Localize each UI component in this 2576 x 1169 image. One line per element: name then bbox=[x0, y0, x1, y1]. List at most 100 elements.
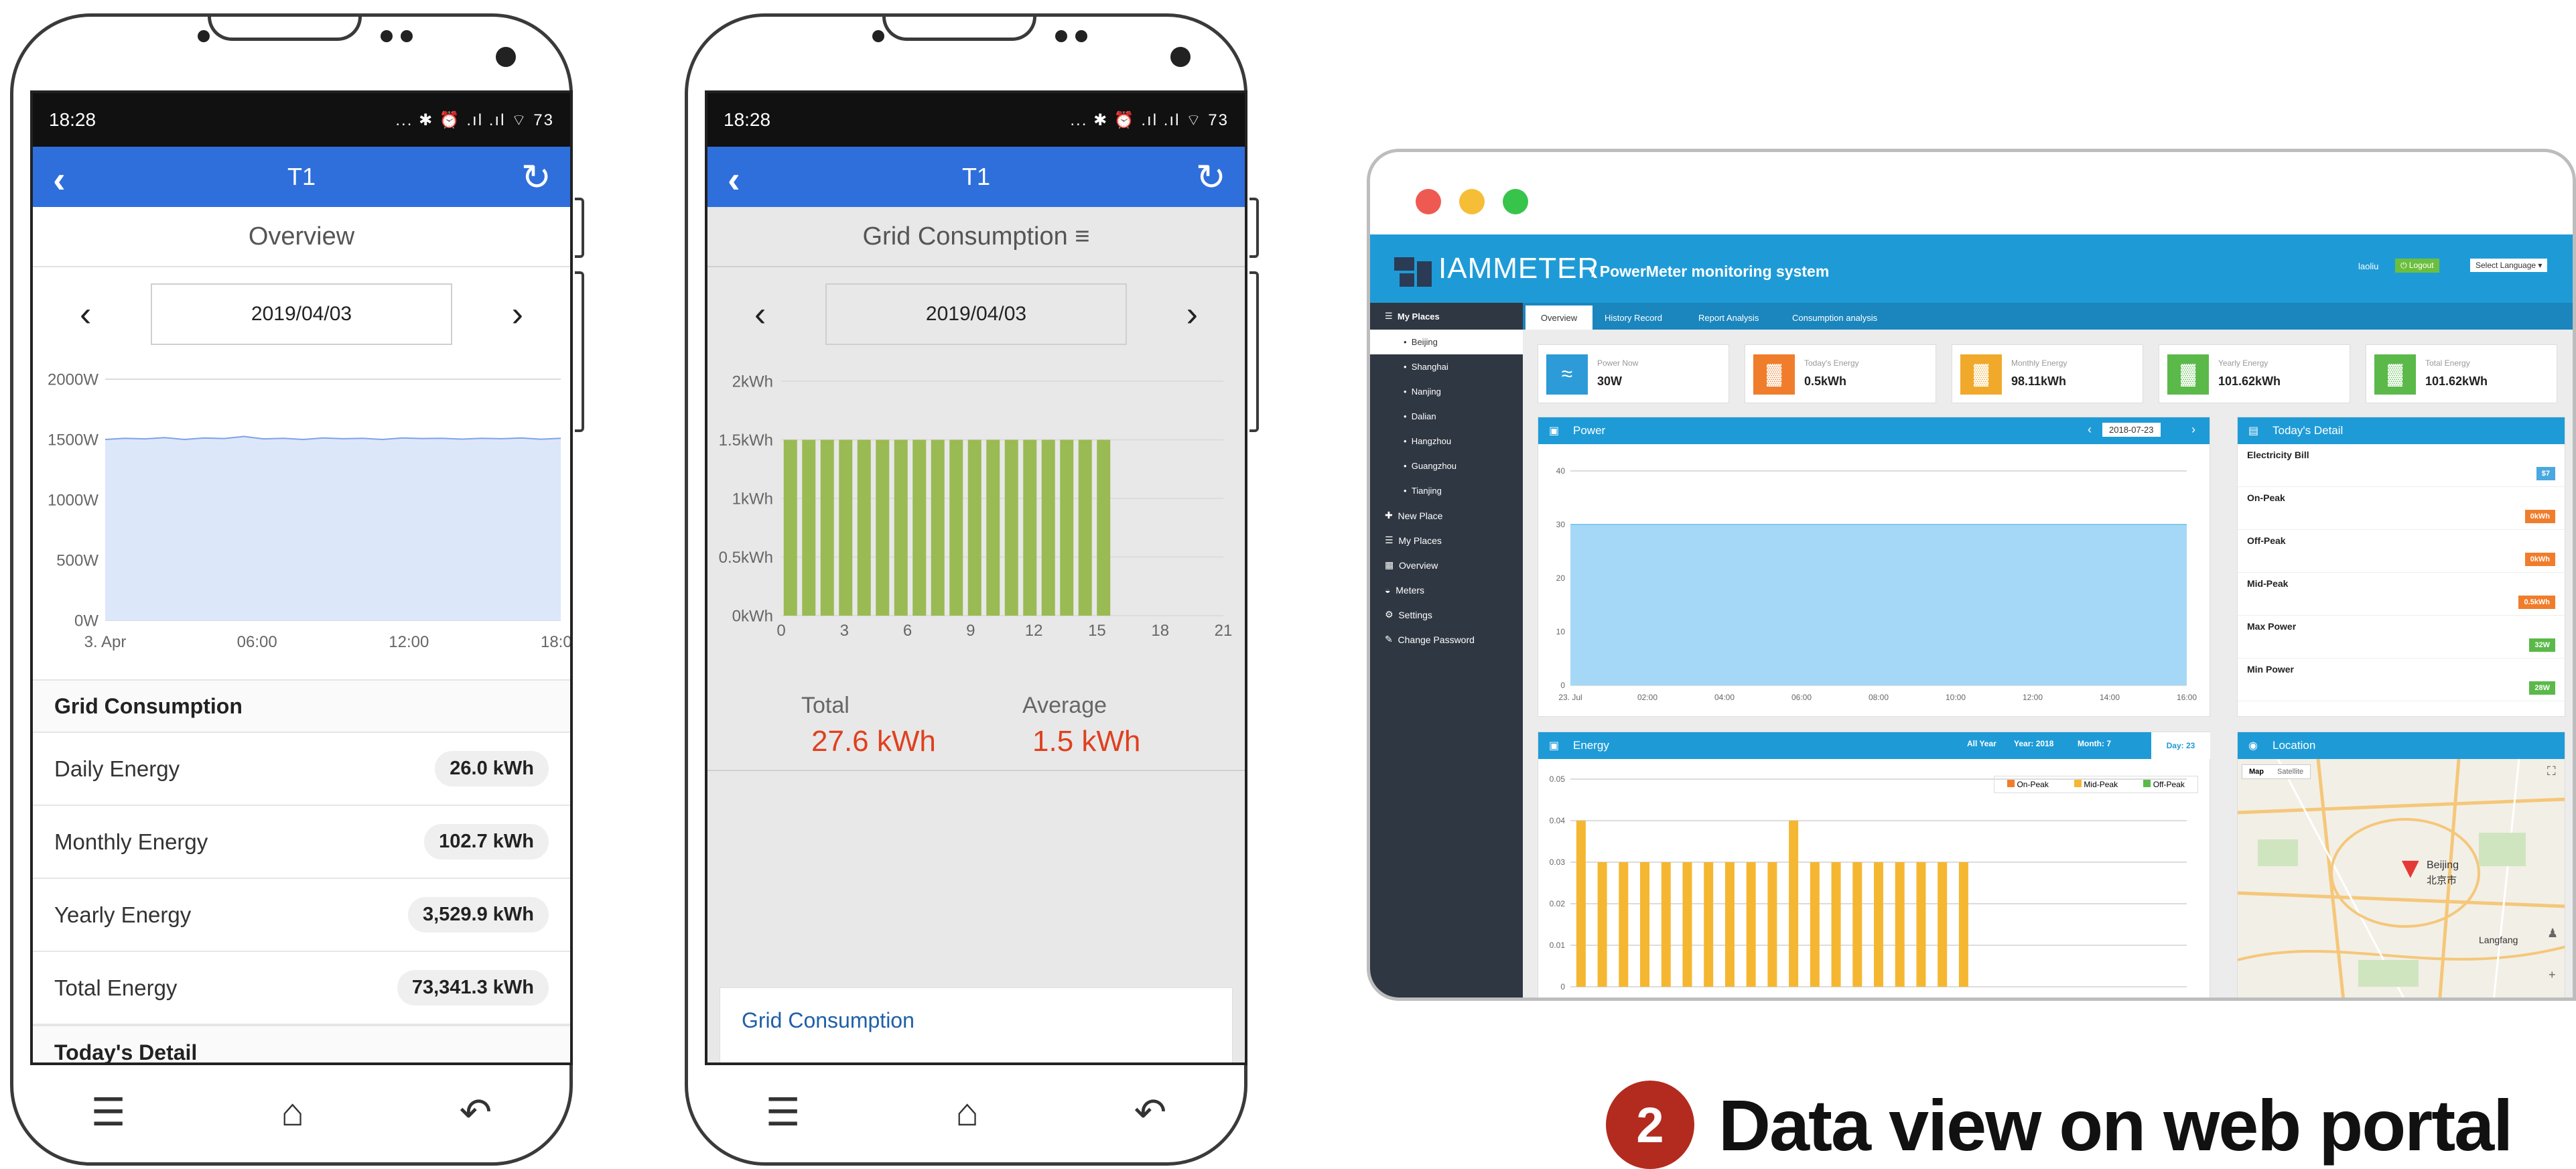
energy-row: Daily Energy 26.0 kWh bbox=[33, 733, 570, 806]
energy-row-value: 3,529.9 kWh bbox=[407, 897, 549, 933]
back-icon[interactable]: ‹ bbox=[728, 157, 740, 201]
date-selector: ‹ 2019/04/03 › bbox=[33, 267, 570, 361]
back-nav-icon[interactable]: ↶ bbox=[460, 1089, 492, 1135]
location-map[interactable]: Map Satellite ⛶ ▼ Beijing 北京市 Langfang ♟… bbox=[2238, 758, 2565, 998]
prev-date-icon[interactable]: ‹ bbox=[754, 294, 766, 334]
tab-overview[interactable]: Overview bbox=[1526, 305, 1592, 330]
energy-panel-header: ▣ Energy All Year Year: 2018 Month: 7 Da… bbox=[1538, 732, 2210, 759]
user-name: laoliu bbox=[2358, 261, 2379, 271]
meter-icon: ◒ bbox=[1385, 584, 1396, 596]
sidebar-item-new-place[interactable]: ✚ New Place bbox=[1370, 503, 1523, 528]
summary-block: Total Average 27.6 kWh 1.5 kWh bbox=[707, 679, 1245, 760]
detail-label: Electricity Bill bbox=[2247, 450, 2309, 460]
y-tick-label: 40 bbox=[1556, 466, 1566, 476]
detail-row: Max Power 32W bbox=[2238, 616, 2565, 659]
phone-side-button bbox=[575, 271, 584, 432]
power-date-field[interactable]: 2018-07-23 bbox=[2102, 423, 2161, 437]
edit-icon: ✎ bbox=[1385, 634, 1398, 644]
refresh-icon[interactable]: ↻ bbox=[1196, 156, 1226, 198]
page-title[interactable]: Grid Consumption ≡ bbox=[707, 207, 1245, 267]
tab-consumption-analysis[interactable]: Consumption analysis bbox=[1792, 305, 1877, 330]
detail-badge: 28W bbox=[2529, 681, 2555, 695]
map-marker-icon[interactable]: ▼ bbox=[2396, 851, 2425, 885]
prev-date-icon[interactable]: ‹ bbox=[80, 294, 91, 334]
street-view-icon[interactable]: ♟ bbox=[2547, 926, 2558, 941]
next-date-icon[interactable]: › bbox=[1187, 294, 1198, 334]
tab-report-analysis[interactable]: Report Analysis bbox=[1698, 305, 1759, 330]
home-icon[interactable]: ⌂ bbox=[955, 1090, 979, 1135]
back-nav-icon[interactable]: ↶ bbox=[1134, 1089, 1167, 1135]
y-tick-label: 0.5kWh bbox=[719, 549, 773, 567]
menu-icon[interactable]: ☰ bbox=[766, 1089, 801, 1135]
bar bbox=[839, 439, 853, 616]
tab-history-record[interactable]: History Record bbox=[1605, 305, 1662, 330]
back-icon[interactable]: ‹ bbox=[53, 157, 66, 201]
home-icon[interactable]: ⌂ bbox=[281, 1090, 304, 1135]
maximize-window-icon[interactable] bbox=[1503, 189, 1528, 214]
detail-badge: 32W bbox=[2529, 638, 2555, 652]
map-tab-satellite[interactable]: Satellite bbox=[2270, 765, 2310, 778]
detail-row: On-Peak 0kWh bbox=[2238, 487, 2565, 530]
bar bbox=[857, 439, 871, 616]
filter-year[interactable]: Year: 2018 bbox=[2014, 739, 2053, 748]
sidebar-place-item[interactable]: • Tianjing bbox=[1370, 478, 1523, 503]
x-tick-label: 06:00 bbox=[1791, 693, 1812, 702]
bar bbox=[1682, 862, 1692, 987]
fullscreen-icon[interactable]: ⛶ bbox=[2547, 764, 2556, 778]
x-tick-label: 3. Apr bbox=[84, 633, 127, 651]
zoom-in-icon[interactable]: + bbox=[2549, 968, 2556, 982]
next-date-icon[interactable]: › bbox=[512, 294, 523, 334]
bar bbox=[1704, 862, 1714, 987]
detail-row: Off-Peak 0kWh bbox=[2238, 530, 2565, 573]
sidebar-place-item[interactable]: • Dalian bbox=[1370, 404, 1523, 429]
detail-badge: 0.5kWh bbox=[2518, 596, 2555, 609]
x-tick-label: 14:00 bbox=[2100, 693, 2120, 702]
sidebar-item-overview[interactable]: ▦ Overview bbox=[1370, 553, 1523, 577]
sidebar-place-item[interactable]: • Beijing bbox=[1370, 330, 1523, 354]
language-select[interactable]: Select Language ▾ bbox=[2470, 259, 2548, 272]
logout-button[interactable]: ⏻ Logout bbox=[2395, 259, 2439, 273]
sidebar-item-change-password[interactable]: ✎ Change Password bbox=[1370, 627, 1523, 652]
grid-consumption-link[interactable]: Grid Consumption bbox=[742, 1008, 914, 1033]
close-window-icon[interactable] bbox=[1416, 189, 1441, 214]
prev-day-icon[interactable]: ‹ bbox=[2088, 423, 2092, 437]
sidebar-place-item[interactable]: • Guangzhou bbox=[1370, 454, 1523, 478]
grid-consumption-card[interactable]: Grid Consumption bbox=[720, 987, 1233, 1062]
filter-month[interactable]: Month: 7 bbox=[2078, 739, 2111, 748]
phone-camera bbox=[496, 47, 516, 67]
bar bbox=[1916, 862, 1926, 987]
kpi-label: Monthly Energy bbox=[2011, 358, 2067, 368]
date-field[interactable]: 2019/04/03 bbox=[825, 283, 1127, 345]
x-tick-label: 6 bbox=[903, 622, 912, 640]
sidebar-place-item[interactable]: • Hangzhou bbox=[1370, 429, 1523, 454]
x-tick-label: 12:00 bbox=[389, 633, 429, 651]
minimize-window-icon[interactable] bbox=[1459, 189, 1485, 214]
energy-row-value: 26.0 kWh bbox=[435, 751, 549, 786]
portal-main: ≈ Power Now 30W ▓ Today's Energy 0.5kWh ▓ Month… bbox=[1523, 330, 2573, 998]
map-tab-map[interactable]: Map bbox=[2242, 765, 2270, 778]
detail-label: Off-Peak bbox=[2247, 535, 2286, 546]
sidebar-item-settings[interactable]: ⚙ Settings bbox=[1370, 602, 1523, 627]
bar-chart-icon: ▓ bbox=[2167, 354, 2209, 395]
menu-icon[interactable]: ☰ bbox=[91, 1089, 126, 1135]
bar-chart-icon: ▓ bbox=[1753, 354, 1795, 395]
sidebar-item-meters[interactable]: ◒ Meters bbox=[1370, 577, 1523, 602]
sidebar-place-item[interactable]: • Shanghai bbox=[1370, 354, 1523, 379]
sidebar-place-item[interactable]: • Nanjing bbox=[1370, 379, 1523, 404]
refresh-icon[interactable]: ↻ bbox=[521, 156, 551, 198]
sidebar-item-my-places[interactable]: ☰ My Places bbox=[1370, 528, 1523, 553]
date-field[interactable]: 2019/04/03 bbox=[151, 283, 452, 345]
status-time: 18:28 bbox=[49, 109, 96, 130]
y-tick-label: 0.02 bbox=[1550, 899, 1566, 908]
grid-icon: ▦ bbox=[1385, 559, 1400, 570]
filter-all-year[interactable]: All Year bbox=[1967, 739, 1996, 748]
next-day-icon[interactable]: › bbox=[2191, 423, 2195, 437]
sidebar-header[interactable]: ☰ My Places bbox=[1370, 303, 1523, 330]
filter-day[interactable]: Day: 23 bbox=[2151, 732, 2210, 759]
bar bbox=[931, 439, 945, 616]
phone-speaker-notch bbox=[208, 17, 362, 41]
energy-bar-chart: 0.05 0.04 0.03 0.02 0.01 0 bbox=[1550, 774, 2187, 991]
today-detail-title: Today's Detail bbox=[2273, 424, 2344, 437]
phone-2-screen: 18:28 ... ✱ ⏰ .ıl .ıl ⌔ 73 ‹ T1 ↻ Grid C… bbox=[705, 90, 1247, 1065]
detail-row: Mid-Peak 0.5kWh bbox=[2238, 573, 2565, 616]
